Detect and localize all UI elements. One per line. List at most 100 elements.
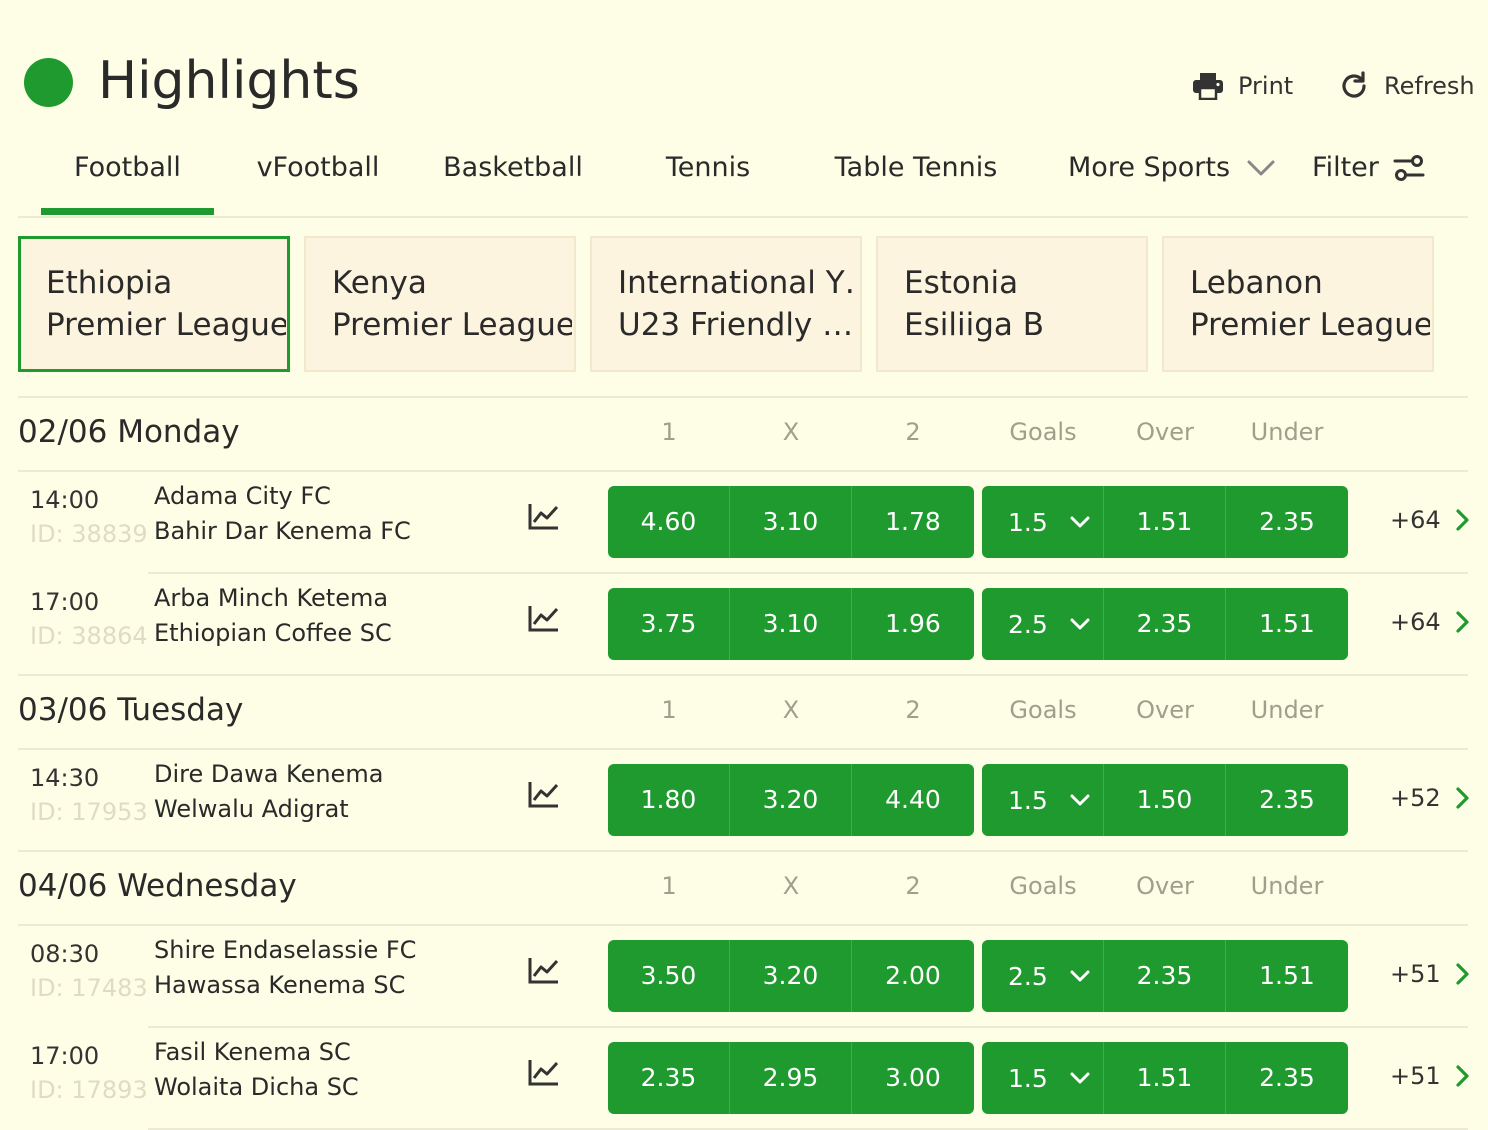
refresh-icon — [1342, 71, 1366, 98]
odd-away[interactable]: 1.96 — [852, 588, 974, 660]
tab-label: vFootball — [256, 152, 380, 183]
league-card-kenya[interactable]: Kenya Premier League — [304, 236, 576, 372]
goals-line-select[interactable]: 1.5 — [982, 1042, 1104, 1114]
odd-draw[interactable]: 3.20 — [730, 940, 852, 1012]
odd-draw[interactable]: 3.20 — [730, 764, 852, 836]
col-header-1: 1 — [661, 696, 677, 724]
col-header-2: 2 — [905, 872, 921, 900]
odd-home[interactable]: 3.75 — [608, 588, 730, 660]
stats-chart-icon[interactable] — [528, 604, 560, 632]
odd-over[interactable]: 1.51 — [1104, 1042, 1226, 1114]
tab-tennis[interactable]: Tennis — [648, 140, 768, 196]
match-time: 17:00 — [30, 588, 100, 616]
chevron-right-icon[interactable] — [1454, 608, 1472, 636]
odd-over[interactable]: 1.51 — [1104, 486, 1226, 558]
match-time: 14:30 — [30, 764, 100, 792]
match-time: 17:00 — [30, 1042, 100, 1070]
col-header-over: Over — [1136, 872, 1194, 900]
league-card-estonia[interactable]: Estonia Esiliiga B — [876, 236, 1148, 372]
odd-under[interactable]: 2.35 — [1226, 1042, 1348, 1114]
match-odds-1x2: 1.80 3.20 4.40 — [608, 764, 974, 836]
col-header-over: Over — [1136, 418, 1194, 446]
match-row[interactable]: 14:00 ID: 38839 Adama City FC Bahir Dar … — [18, 472, 1469, 572]
more-markets-count[interactable]: +64 — [1390, 506, 1441, 534]
print-button[interactable]: Print — [1192, 66, 1293, 106]
tab-vfootball[interactable]: vFootball — [244, 140, 392, 196]
odd-under[interactable]: 2.35 — [1226, 486, 1348, 558]
chevron-right-icon[interactable] — [1454, 960, 1472, 988]
match-id: ID: 17893 — [30, 1076, 148, 1104]
tab-label: Football — [74, 152, 181, 183]
col-header-over: Over — [1136, 696, 1194, 724]
filter-button[interactable]: Filter — [1312, 140, 1442, 196]
odd-under[interactable]: 1.51 — [1226, 588, 1348, 660]
odd-over[interactable]: 1.50 — [1104, 764, 1226, 836]
stats-chart-icon[interactable] — [528, 956, 560, 984]
match-row[interactable]: 08:30 ID: 17483 Shire Endaselassie FC Ha… — [18, 926, 1469, 1026]
refresh-button[interactable]: Refresh — [1338, 66, 1475, 106]
home-team: Adama City FC — [154, 482, 331, 510]
odd-over[interactable]: 2.35 — [1104, 940, 1226, 1012]
match-time: 14:00 — [30, 486, 100, 514]
page-title: Highlights — [98, 51, 360, 111]
chevron-right-icon[interactable] — [1454, 1062, 1472, 1090]
match-row[interactable]: 17:00 ID: 38864 Arba Minch Ketema Ethiop… — [18, 574, 1469, 674]
goals-line-select[interactable]: 2.5 — [982, 588, 1104, 660]
more-markets-count[interactable]: +64 — [1390, 608, 1441, 636]
filter-sliders-icon — [1393, 155, 1425, 181]
odd-away[interactable]: 4.40 — [852, 764, 974, 836]
away-team: Bahir Dar Kenema FC — [154, 517, 411, 545]
odd-home[interactable]: 4.60 — [608, 486, 730, 558]
league-card-lebanon[interactable]: Lebanon Premier League — [1162, 236, 1434, 372]
more-markets-count[interactable]: +51 — [1390, 1062, 1441, 1090]
chevron-right-icon[interactable] — [1454, 506, 1472, 534]
odd-over[interactable]: 2.35 — [1104, 588, 1226, 660]
stats-chart-icon[interactable] — [528, 502, 560, 530]
match-row[interactable]: 17:00 ID: 17893 Fasil Kenema SC Wolaita … — [18, 1028, 1469, 1128]
odd-away[interactable]: 3.00 — [852, 1042, 974, 1114]
odd-under[interactable]: 2.35 — [1226, 764, 1348, 836]
league-card-international[interactable]: International Y… U23 Friendly … — [590, 236, 862, 372]
odd-home[interactable]: 1.80 — [608, 764, 730, 836]
odd-away[interactable]: 2.00 — [852, 940, 974, 1012]
odd-home[interactable]: 3.50 — [608, 940, 730, 1012]
goals-line-value: 1.5 — [1008, 785, 1048, 815]
col-header-goals: Goals — [1009, 696, 1077, 724]
tab-label: Table Tennis — [834, 152, 998, 183]
away-team: Ethiopian Coffee SC — [154, 619, 392, 647]
chevron-down-icon — [1070, 516, 1090, 528]
tab-table-tennis[interactable]: Table Tennis — [818, 140, 1014, 196]
tab-more-sports[interactable]: More Sports — [1068, 140, 1288, 196]
odd-draw[interactable]: 3.10 — [730, 486, 852, 558]
goals-line-value: 2.5 — [1008, 961, 1048, 991]
odd-away[interactable]: 1.78 — [852, 486, 974, 558]
chevron-right-icon[interactable] — [1454, 784, 1472, 812]
over-under-odds: 2.5 2.35 1.51 — [982, 588, 1348, 660]
goals-line-select[interactable]: 1.5 — [982, 486, 1104, 558]
league-card-ethiopia[interactable]: Ethiopia Premier League — [18, 236, 290, 372]
match-row[interactable]: 14:30 ID: 17953 Dire Dawa Kenema Welwalu… — [18, 750, 1469, 850]
stats-chart-icon[interactable] — [528, 780, 560, 808]
home-team: Dire Dawa Kenema — [154, 760, 384, 788]
stats-chart-icon[interactable] — [528, 1058, 560, 1086]
status-dot-icon — [24, 58, 73, 107]
goals-line-select[interactable]: 1.5 — [982, 764, 1104, 836]
odd-home[interactable]: 2.35 — [608, 1042, 730, 1114]
date-label: 02/06 Monday — [18, 414, 240, 450]
col-header-goals: Goals — [1009, 872, 1077, 900]
more-markets-count[interactable]: +51 — [1390, 960, 1441, 988]
odd-under[interactable]: 1.51 — [1226, 940, 1348, 1012]
sport-tabs: Football vFootball Basketball Tennis Tab… — [18, 140, 1468, 218]
tab-football[interactable]: Football — [41, 140, 214, 215]
col-header-under: Under — [1250, 696, 1324, 724]
league-country: Kenya — [332, 265, 427, 301]
more-markets-count[interactable]: +52 — [1390, 784, 1441, 812]
league-country: International Y… — [618, 265, 858, 301]
date-label: 03/06 Tuesday — [18, 692, 244, 728]
goals-line-select[interactable]: 2.5 — [982, 940, 1104, 1012]
match-time: 08:30 — [30, 940, 100, 968]
tab-label: Basketball — [443, 152, 583, 183]
odd-draw[interactable]: 3.10 — [730, 588, 852, 660]
tab-basketball[interactable]: Basketball — [438, 140, 588, 196]
odd-draw[interactable]: 2.95 — [730, 1042, 852, 1114]
